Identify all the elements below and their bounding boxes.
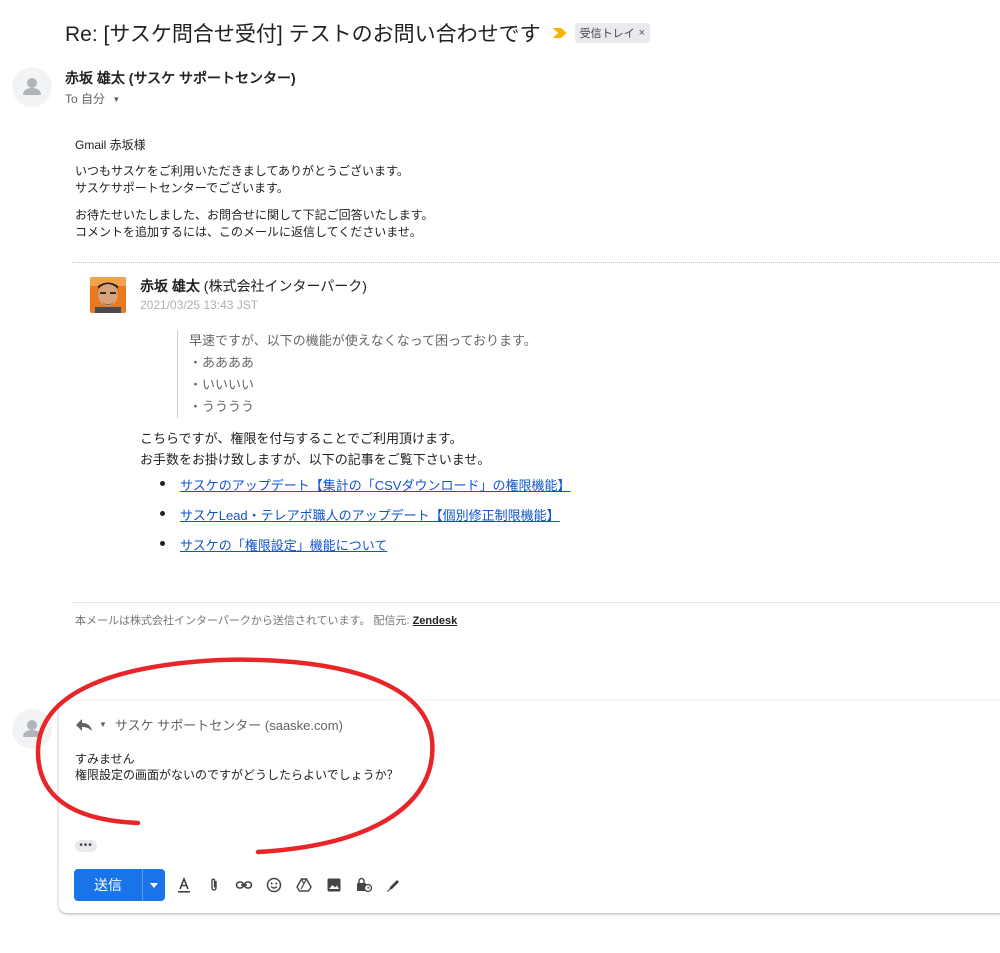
list-item: サスケのアップデート【集計の「CSVダウンロード」の権限機能】 — [160, 475, 570, 505]
attach-file-icon[interactable] — [204, 875, 224, 895]
insert-signature-icon[interactable] — [384, 875, 404, 895]
formatting-options-icon[interactable] — [174, 875, 194, 895]
sender-name: 赤坂 雄太 (サスケ サポートセンター) — [65, 70, 296, 86]
footer-text: 本メールは株式会社インターパークから送信されています。 配信元: — [75, 615, 410, 627]
notice-line-2: コメントを追加するには、このメールに返信してくださいませ。 — [75, 225, 422, 239]
bullet — [160, 481, 165, 486]
person-icon — [23, 78, 41, 95]
importance-marker-icon[interactable] — [552, 28, 567, 38]
zendesk-link[interactable]: Zendesk — [413, 615, 458, 627]
quoted-line: ・うううう — [189, 399, 255, 414]
reply-icon[interactable] — [75, 718, 93, 732]
quoted-line: ・いいいい — [189, 377, 255, 392]
intro-line-1: いつもサスケをご利用いただきましてありがとうございます。 — [75, 164, 409, 178]
divider-solid — [72, 602, 1000, 603]
quoted-line: ・ああああ — [189, 355, 255, 370]
answer-text: こちらですが、権限を付与することでご利用頂けます。 お手数をお掛け致しますが、以… — [140, 428, 490, 470]
notice-line-1: お待たせいたしました、お問合せに関して下記ご回答いたします。 — [75, 208, 434, 222]
list-item: サスケLead・テレアポ職人のアップデート【個別修正制限機能】 — [160, 505, 570, 535]
reply-type-chevron-down-icon[interactable]: ▼ — [99, 720, 107, 729]
show-trimmed-content-button[interactable]: ••• — [75, 840, 97, 852]
recipient-details[interactable]: To 自分 ▼ — [65, 90, 120, 107]
quoted-line: 早速ですが、以下の機能が使えなくなって困っております。 — [189, 333, 537, 348]
email-footer: 本メールは株式会社インターパークから送信されています。 配信元: Zendesk — [75, 612, 457, 628]
send-button-group: 送信 — [74, 869, 165, 901]
compose-body-field[interactable]: すみません 権限設定の画面がないのですがどうしたらよいでしょうか？ — [75, 751, 399, 783]
send-button[interactable]: 送信 — [74, 869, 142, 901]
inbox-label-chip[interactable]: 受信トレイ × — [574, 23, 651, 43]
label-remove-icon[interactable]: × — [639, 27, 645, 39]
recipient-text: To 自分 — [65, 92, 106, 106]
list-item: サスケの「権限設定」機能について — [160, 535, 570, 565]
email-subject: Re: [サスケ問合せ受付] テストのお問い合わせです 受信トレイ × — [65, 18, 651, 48]
quoted-author-avatar — [90, 277, 126, 313]
google-drive-icon[interactable] — [294, 875, 314, 895]
answer-line-2: お手数をお掛け致しますが、以下の記事をご覧下さいませ。 — [140, 452, 491, 467]
article-link-3[interactable]: サスケの「権限設定」機能について — [180, 535, 387, 554]
article-link-list: サスケのアップデート【集計の「CSVダウンロード」の権限機能】 サスケLead・… — [160, 475, 570, 565]
subject-text: Re: [サスケ問合せ受付] テストのお問い合わせです — [65, 23, 541, 46]
compose-toolbar — [174, 875, 404, 895]
intro-paragraph: いつもサスケをご利用いただきましてありがとうございます。 サスケサポートセンター… — [75, 163, 409, 197]
bullet — [160, 511, 165, 516]
notice-paragraph: お待たせいたしました、お問合せに関して下記ご回答いたします。 コメントを追加する… — [75, 207, 433, 241]
answer-line-1: こちらですが、権限を付与することでご利用頂けます。 — [140, 431, 463, 446]
compose-line-1: すみません — [75, 752, 135, 766]
quoted-author-company: (株式会社インターパーク) — [199, 278, 367, 294]
person-icon — [23, 720, 41, 737]
greeting: Gmail 赤坂様 — [75, 138, 146, 152]
insert-link-icon[interactable] — [234, 875, 254, 895]
label-name: 受信トレイ — [579, 28, 635, 40]
quoted-message: 早速ですが、以下の機能が使えなくなって困っております。 ・ああああ ・いいいい … — [177, 330, 537, 418]
quoted-date: 2021/03/25 13:43 JST — [140, 298, 259, 312]
bullet — [160, 541, 165, 546]
article-link-2[interactable]: サスケLead・テレアポ職人のアップデート【個別修正制限機能】 — [180, 505, 560, 524]
divider-dotted — [72, 262, 1000, 263]
own-avatar — [12, 709, 52, 749]
compose-header: ▼ サスケ サポートセンター (saaske.com) — [75, 715, 343, 734]
compose-line-2: 権限設定の画面がないのですがどうしたらよいでしょうか？ — [75, 768, 399, 782]
article-link-1[interactable]: サスケのアップデート【集計の「CSVダウンロード」の権限機能】 — [180, 475, 570, 494]
sender-avatar — [12, 67, 52, 107]
insert-emoji-icon[interactable] — [264, 875, 284, 895]
send-options-chevron-down-icon[interactable] — [142, 869, 165, 901]
confidential-mode-icon[interactable] — [354, 875, 374, 895]
quoted-author-name: 赤坂 雄太 — [140, 278, 200, 294]
insert-photo-icon[interactable] — [324, 875, 344, 895]
intro-line-2: サスケサポートセンターでございます。 — [75, 181, 289, 195]
quoted-author: 赤坂 雄太 (株式会社インターパーク) — [140, 276, 367, 296]
chevron-down-icon[interactable]: ▼ — [112, 95, 120, 104]
compose-from[interactable]: サスケ サポートセンター (saaske.com) — [115, 715, 343, 734]
